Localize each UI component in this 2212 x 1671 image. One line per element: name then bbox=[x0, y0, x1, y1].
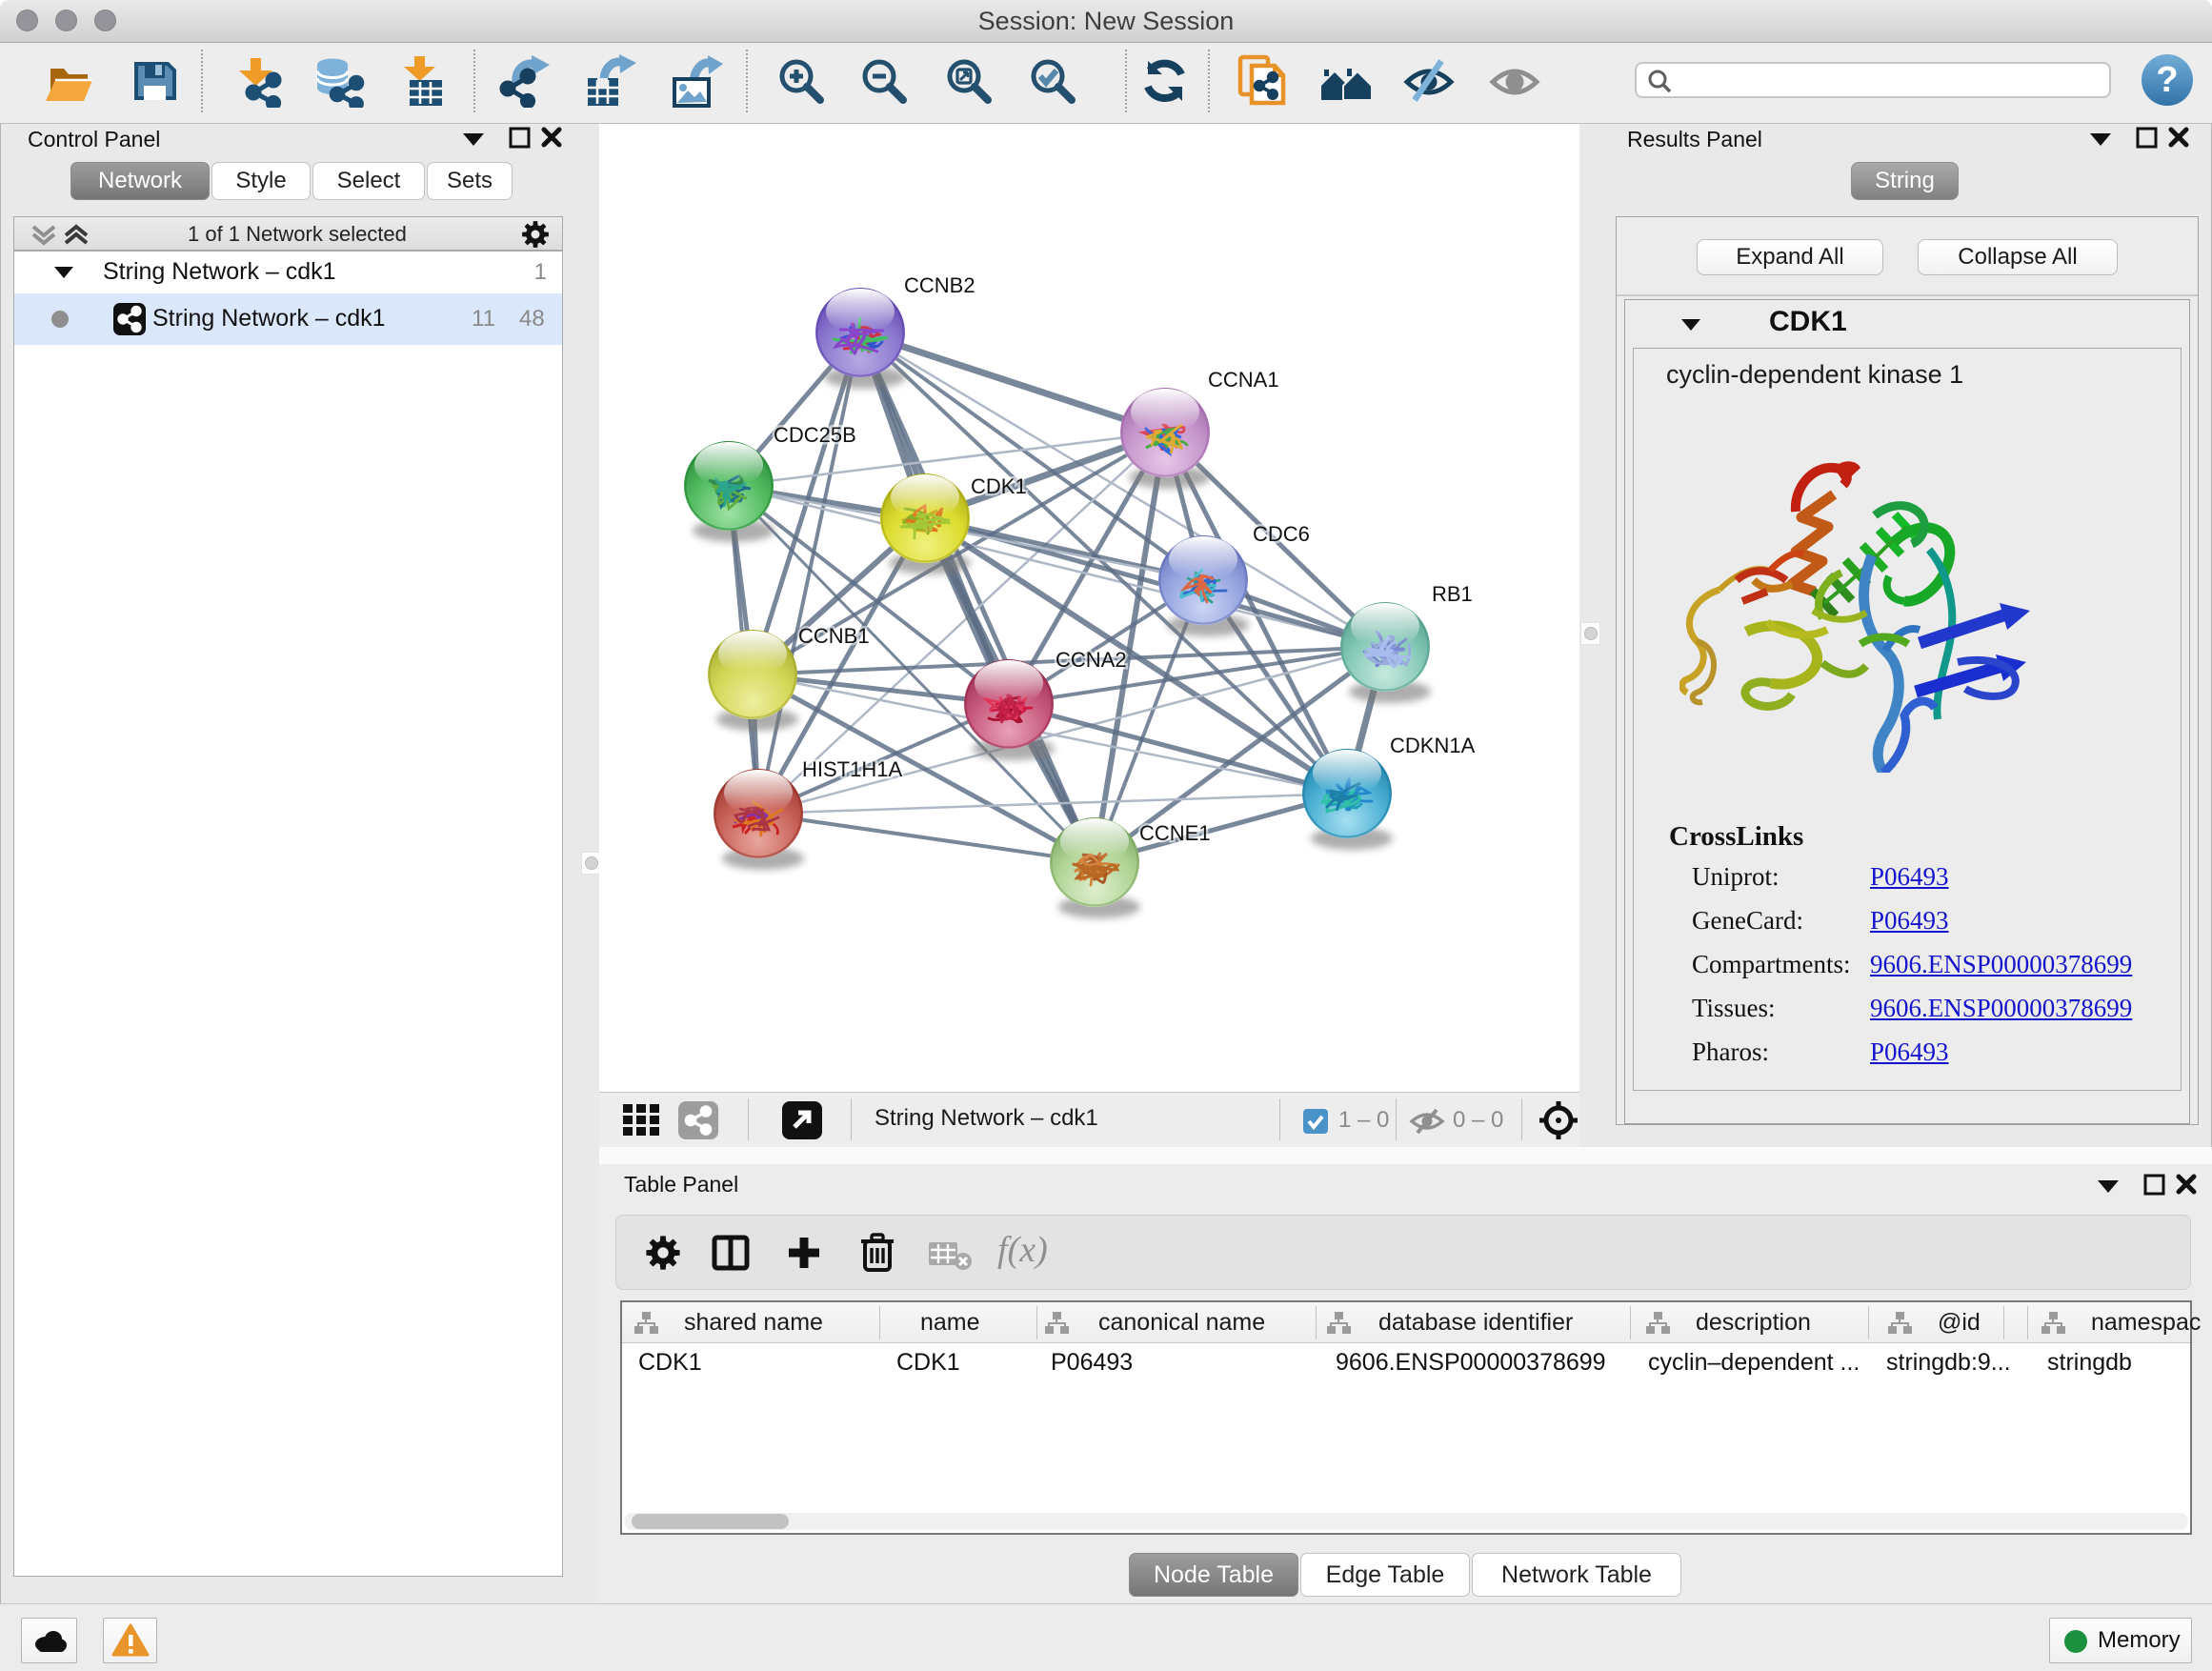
svg-text:CDK1: CDK1 bbox=[971, 474, 1027, 498]
svg-text:CCNB2: CCNB2 bbox=[904, 273, 975, 297]
svg-text:CCNA2: CCNA2 bbox=[1056, 648, 1127, 672]
svg-text:CCNB1: CCNB1 bbox=[798, 624, 870, 648]
svg-text:CCNE1: CCNE1 bbox=[1139, 821, 1211, 845]
svg-text:CDC6: CDC6 bbox=[1253, 522, 1310, 546]
svg-text:RB1: RB1 bbox=[1432, 582, 1473, 606]
svg-text:HIST1H1A: HIST1H1A bbox=[802, 757, 902, 781]
svg-text:CDKN1A: CDKN1A bbox=[1390, 734, 1476, 757]
svg-text:CDC25B: CDC25B bbox=[774, 423, 856, 447]
svg-text:CCNA1: CCNA1 bbox=[1208, 368, 1279, 392]
